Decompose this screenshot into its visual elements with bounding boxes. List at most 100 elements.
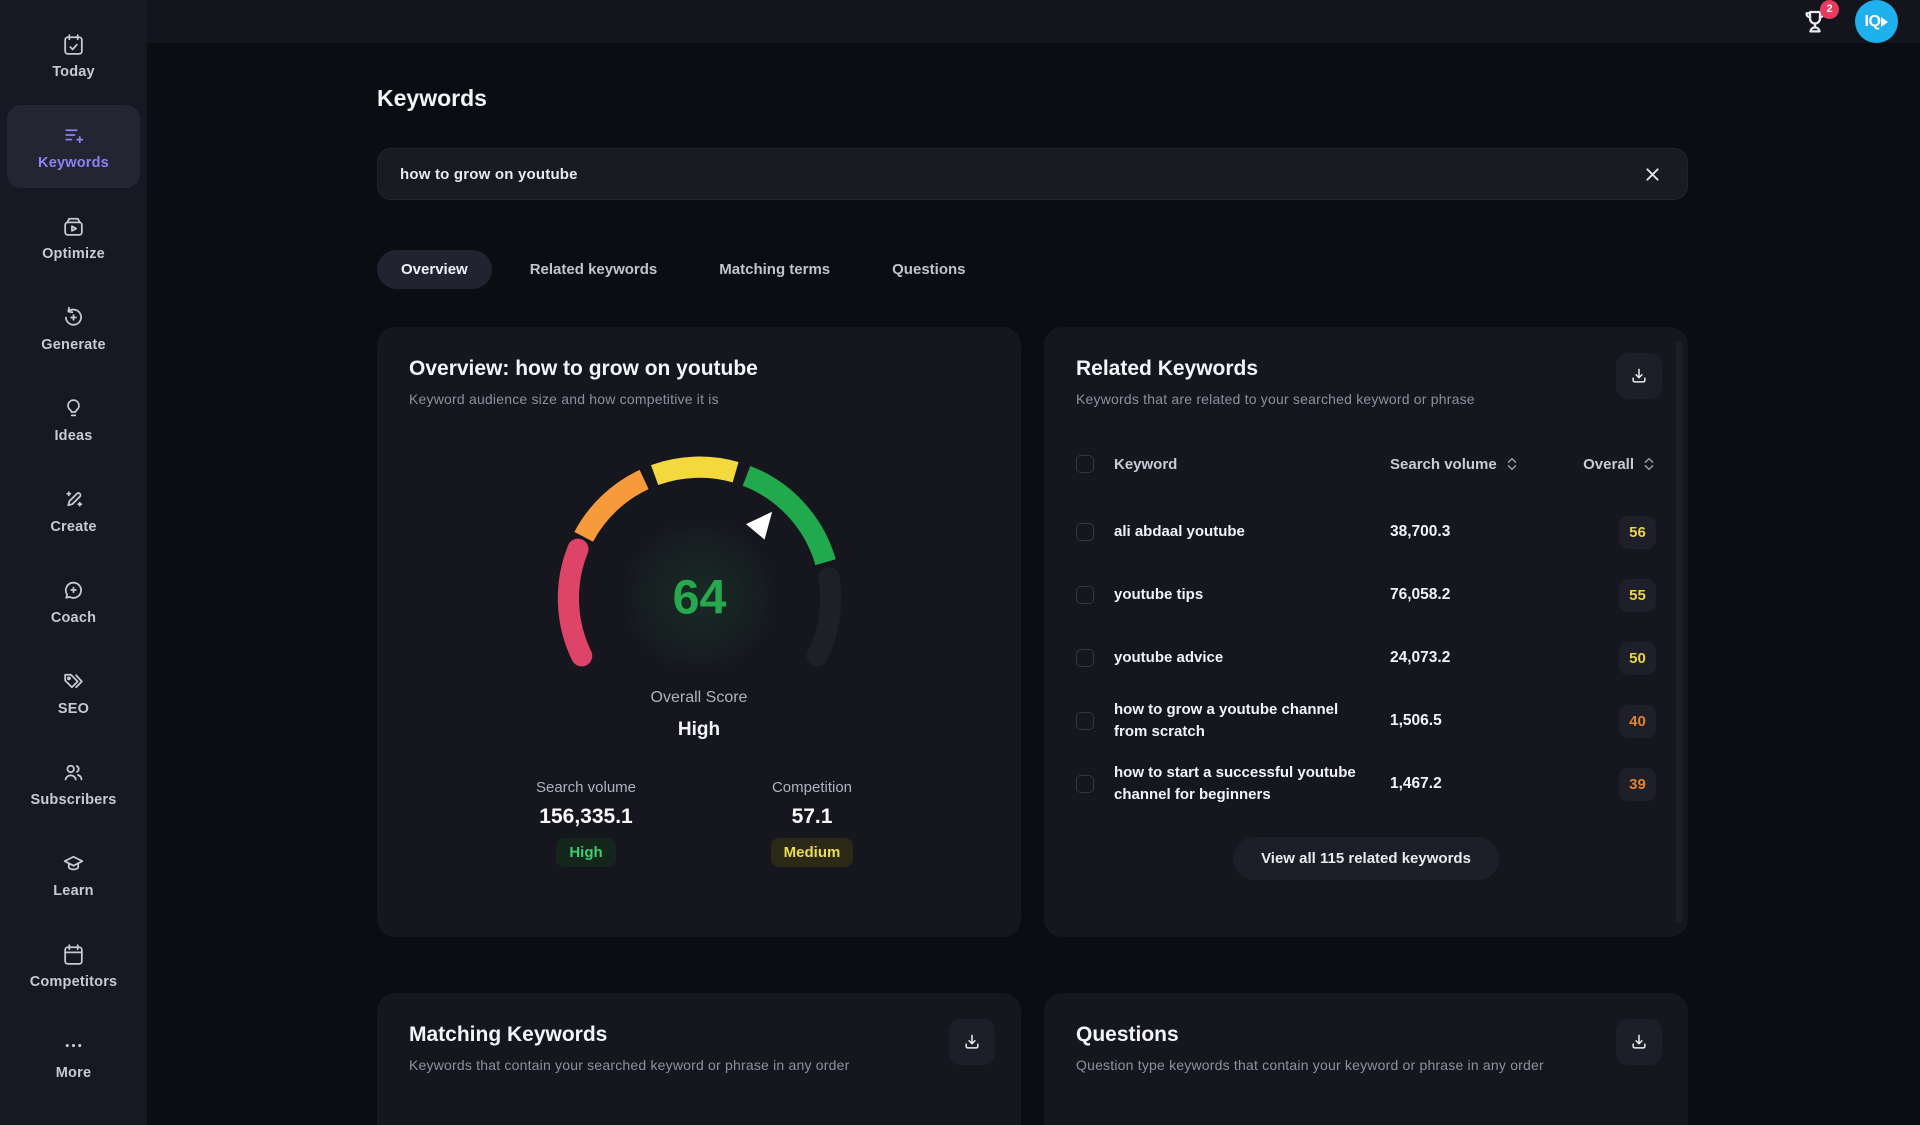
- table-row: how to start a successful youtube channe…: [1076, 761, 1656, 807]
- overall-score-badge: 56: [1619, 516, 1656, 549]
- sidebar-item-seo[interactable]: SEO: [7, 651, 140, 734]
- sidebar-item-label: Subscribers: [30, 792, 116, 808]
- questions-card-title: Questions: [1076, 1023, 1656, 1047]
- sidebar-item-competitors[interactable]: Competitors: [7, 924, 140, 1007]
- tab-questions[interactable]: Questions: [868, 250, 989, 289]
- table-row: ali abdaal youtube 38,700.3 56: [1076, 509, 1656, 555]
- table-row: how to grow a youtube channel from scrat…: [1076, 698, 1656, 744]
- calendar-check-icon: [61, 32, 86, 57]
- matching-keywords-card: Matching Keywords Keywords that contain …: [377, 993, 1021, 1125]
- gauge-score-label: Overall Score: [651, 689, 748, 707]
- table-header-row: Keyword Search volume Overall: [1076, 441, 1656, 487]
- stat-search-volume: Search volume 156,335.1 High: [496, 779, 676, 867]
- keyword-search-bar: [377, 148, 1688, 200]
- overall-score-badge: 55: [1619, 579, 1656, 612]
- related-card-title: Related Keywords: [1076, 357, 1656, 381]
- keyword-search-input[interactable]: [400, 166, 1639, 183]
- overall-score-badge: 50: [1619, 642, 1656, 675]
- card-scrollbar[interactable]: [1676, 341, 1683, 923]
- download-button[interactable]: [1616, 1019, 1662, 1065]
- sidebar-item-generate[interactable]: Generate: [7, 287, 140, 370]
- row-checkbox[interactable]: [1076, 649, 1094, 667]
- ellipsis-icon: [61, 1033, 86, 1058]
- sidebar: Today Keywords Optimize Generate Ideas C…: [0, 0, 147, 1125]
- clear-search-button[interactable]: [1639, 161, 1665, 187]
- tab-matching-terms[interactable]: Matching terms: [695, 250, 854, 289]
- keyword-cell[interactable]: youtube tips: [1114, 584, 1376, 606]
- sidebar-item-ideas[interactable]: Ideas: [7, 378, 140, 461]
- sidebar-item-label: Learn: [53, 883, 94, 899]
- search-volume-cell: 24,073.2: [1390, 649, 1556, 667]
- questions-card-subtitle: Question type keywords that contain your…: [1076, 1057, 1656, 1073]
- keyword-cell[interactable]: youtube advice: [1114, 647, 1376, 669]
- matching-card-title: Matching Keywords: [409, 1023, 989, 1047]
- sidebar-item-label: Create: [50, 519, 96, 535]
- row-checkbox[interactable]: [1076, 586, 1094, 604]
- stat-competition: Competition 57.1 Medium: [722, 779, 902, 867]
- overview-card-subtitle: Keyword audience size and how competitiv…: [409, 391, 989, 407]
- sidebar-item-coach[interactable]: Coach: [7, 560, 140, 643]
- table-row: youtube tips 76,058.2 55: [1076, 572, 1656, 618]
- vidiq-logo-text: IQ: [1865, 13, 1881, 31]
- video-box-icon: [61, 214, 86, 239]
- gauge-score-level: High: [678, 719, 720, 741]
- calendar-icon: [61, 942, 86, 967]
- download-button[interactable]: [949, 1019, 995, 1065]
- matching-card-subtitle: Keywords that contain your searched keyw…: [409, 1057, 989, 1073]
- graduation-cap-icon: [61, 851, 86, 876]
- column-header-label: Overall: [1583, 456, 1634, 473]
- sidebar-item-subscribers[interactable]: Subscribers: [7, 742, 140, 825]
- tab-related-keywords[interactable]: Related keywords: [506, 250, 682, 289]
- keyword-cell[interactable]: how to start a successful youtube channe…: [1114, 762, 1376, 806]
- results-tabs: Overview Related keywords Matching terms…: [377, 250, 1688, 289]
- download-icon: [1629, 366, 1649, 386]
- row-checkbox[interactable]: [1076, 523, 1094, 541]
- sidebar-item-optimize[interactable]: Optimize: [7, 196, 140, 279]
- sidebar-item-label: Today: [52, 64, 95, 80]
- play-triangle-icon: [1881, 17, 1888, 27]
- vidiq-logo[interactable]: IQ: [1855, 0, 1898, 43]
- tags-icon: [61, 669, 86, 694]
- column-header-overall[interactable]: Overall: [1583, 456, 1656, 473]
- select-all-checkbox[interactable]: [1076, 455, 1094, 473]
- keyword-cell[interactable]: how to grow a youtube channel from scrat…: [1114, 699, 1376, 743]
- download-button[interactable]: [1616, 353, 1662, 399]
- overview-stats: Search volume 156,335.1 High Competition…: [409, 779, 989, 867]
- related-keywords-card: Related Keywords Keywords that are relat…: [1044, 327, 1688, 937]
- sidebar-item-label: SEO: [58, 701, 89, 717]
- sidebar-item-today[interactable]: Today: [7, 14, 140, 97]
- sidebar-item-label: Generate: [41, 337, 105, 353]
- sidebar-item-label: Ideas: [54, 428, 92, 444]
- tab-overview[interactable]: Overview: [377, 250, 492, 289]
- sidebar-item-keywords[interactable]: Keywords: [7, 105, 140, 188]
- sidebar-item-create[interactable]: Create: [7, 469, 140, 552]
- search-volume-cell: 1,506.5: [1390, 712, 1556, 730]
- gauge-segment-medium: [654, 467, 735, 475]
- view-all-related-button[interactable]: View all 115 related keywords: [1233, 837, 1499, 880]
- pencil-sparkle-icon: [61, 487, 86, 512]
- chat-plus-icon: [61, 578, 86, 603]
- row-checkbox[interactable]: [1076, 775, 1094, 793]
- achievements-button[interactable]: 2: [1795, 2, 1835, 42]
- keyword-cell[interactable]: ali abdaal youtube: [1114, 521, 1376, 543]
- close-icon: [1645, 167, 1660, 182]
- topbar: 2 IQ: [147, 0, 1920, 43]
- sort-icon: [1642, 456, 1656, 472]
- stat-label: Competition: [772, 779, 852, 796]
- status-badge: High: [556, 838, 615, 867]
- sidebar-item-label: Competitors: [30, 974, 118, 990]
- stat-label: Search volume: [536, 779, 636, 796]
- sidebar-item-label: Keywords: [38, 155, 109, 171]
- overview-card-title: Overview: how to grow on youtube: [409, 357, 989, 381]
- column-header-search-volume[interactable]: Search volume: [1390, 456, 1556, 473]
- overall-score-badge: 40: [1619, 705, 1656, 738]
- search-volume-cell: 1,467.2: [1390, 775, 1556, 793]
- row-checkbox[interactable]: [1076, 712, 1094, 730]
- sidebar-item-label: Coach: [51, 610, 96, 626]
- overall-score-badge: 39: [1619, 768, 1656, 801]
- gauge-score-value: 64: [672, 570, 726, 624]
- sidebar-item-learn[interactable]: Learn: [7, 833, 140, 916]
- gauge-segment-low: [583, 480, 643, 537]
- sidebar-item-more[interactable]: More: [7, 1015, 140, 1098]
- notification-badge: 2: [1820, 0, 1839, 19]
